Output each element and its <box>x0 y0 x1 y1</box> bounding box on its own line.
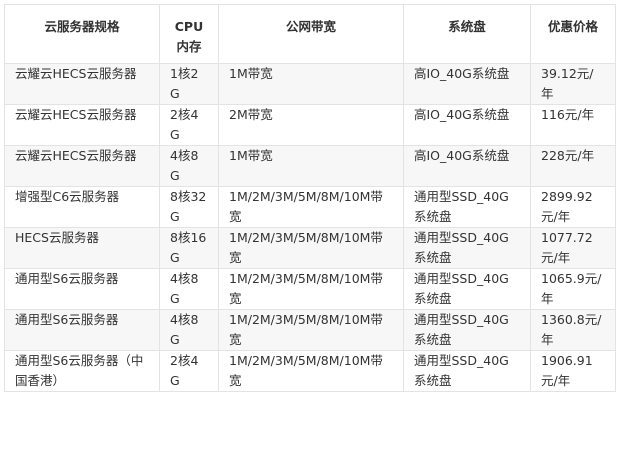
cell-price: 1077.72元/年 <box>530 227 616 269</box>
cell-system-disk: 高IO_40G系统盘 <box>403 63 531 105</box>
cell-bandwidth: 2M带宽 <box>218 104 404 146</box>
cell-bandwidth: 1M/2M/3M/5M/8M/10M带宽 <box>218 227 404 269</box>
header-cpu-memory: CPU内存 <box>159 4 219 64</box>
table-row: 云耀云HECS云服务器 4核8G 1M带宽 高IO_40G系统盘 228元/年 <box>4 145 616 187</box>
cell-price: 1906.91元/年 <box>530 350 616 392</box>
cell-system-disk: 高IO_40G系统盘 <box>403 145 531 187</box>
cell-spec: 云耀云HECS云服务器 <box>4 63 160 105</box>
cell-spec: HECS云服务器 <box>4 227 160 269</box>
table-row: 通用型S6云服务器（中国香港） 2核4G 1M/2M/3M/5M/8M/10M带… <box>4 350 616 392</box>
header-price: 优惠价格 <box>530 4 616 64</box>
cell-system-disk: 高IO_40G系统盘 <box>403 104 531 146</box>
header-system-disk: 系统盘 <box>403 4 531 64</box>
cell-bandwidth: 1M带宽 <box>218 63 404 105</box>
pricing-table: 云服务器规格 CPU内存 公网带宽 系统盘 优惠价格 云耀云HECS云服务器 1… <box>4 4 616 392</box>
cell-system-disk: 通用型SSD_40G系统盘 <box>403 186 531 228</box>
cell-system-disk: 通用型SSD_40G系统盘 <box>403 309 531 351</box>
table-row: 云耀云HECS云服务器 1核2G 1M带宽 高IO_40G系统盘 39.12元/… <box>4 63 616 105</box>
cell-cpu-memory: 2核4G <box>159 104 219 146</box>
table-row: 通用型S6云服务器 4核8G 1M/2M/3M/5M/8M/10M带宽 通用型S… <box>4 309 616 351</box>
cell-cpu-memory: 1核2G <box>159 63 219 105</box>
table-row: 通用型S6云服务器 4核8G 1M/2M/3M/5M/8M/10M带宽 通用型S… <box>4 268 616 310</box>
cell-spec: 增强型C6云服务器 <box>4 186 160 228</box>
table-header-row: 云服务器规格 CPU内存 公网带宽 系统盘 优惠价格 <box>4 4 616 64</box>
cell-cpu-memory: 8核32G <box>159 186 219 228</box>
cell-spec: 云耀云HECS云服务器 <box>4 145 160 187</box>
table-row: 增强型C6云服务器 8核32G 1M/2M/3M/5M/8M/10M带宽 通用型… <box>4 186 616 228</box>
cell-system-disk: 通用型SSD_40G系统盘 <box>403 227 531 269</box>
cell-system-disk: 通用型SSD_40G系统盘 <box>403 350 531 392</box>
cell-spec: 通用型S6云服务器 <box>4 309 160 351</box>
header-bandwidth: 公网带宽 <box>218 4 404 64</box>
cell-spec: 通用型S6云服务器 <box>4 268 160 310</box>
table-row: 云耀云HECS云服务器 2核4G 2M带宽 高IO_40G系统盘 116元/年 <box>4 104 616 146</box>
cell-spec: 通用型S6云服务器（中国香港） <box>4 350 160 392</box>
cell-system-disk: 通用型SSD_40G系统盘 <box>403 268 531 310</box>
cell-bandwidth: 1M/2M/3M/5M/8M/10M带宽 <box>218 268 404 310</box>
cell-price: 39.12元/年 <box>530 63 616 105</box>
cell-price: 116元/年 <box>530 104 616 146</box>
cell-bandwidth: 1M/2M/3M/5M/8M/10M带宽 <box>218 186 404 228</box>
cell-price: 228元/年 <box>530 145 616 187</box>
page: 云服务器规格 CPU内存 公网带宽 系统盘 优惠价格 云耀云HECS云服务器 1… <box>0 0 641 470</box>
cell-cpu-memory: 2核4G <box>159 350 219 392</box>
header-spec: 云服务器规格 <box>4 4 160 64</box>
cell-cpu-memory: 8核16G <box>159 227 219 269</box>
cell-cpu-memory: 4核8G <box>159 309 219 351</box>
cell-cpu-memory: 4核8G <box>159 145 219 187</box>
cell-price: 1360.8元/年 <box>530 309 616 351</box>
cell-spec: 云耀云HECS云服务器 <box>4 104 160 146</box>
cell-price: 1065.9元/年 <box>530 268 616 310</box>
cell-bandwidth: 1M/2M/3M/5M/8M/10M带宽 <box>218 309 404 351</box>
cell-cpu-memory: 4核8G <box>159 268 219 310</box>
cell-bandwidth: 1M/2M/3M/5M/8M/10M带宽 <box>218 350 404 392</box>
table-row: HECS云服务器 8核16G 1M/2M/3M/5M/8M/10M带宽 通用型S… <box>4 227 616 269</box>
cell-bandwidth: 1M带宽 <box>218 145 404 187</box>
cell-price: 2899.92元/年 <box>530 186 616 228</box>
